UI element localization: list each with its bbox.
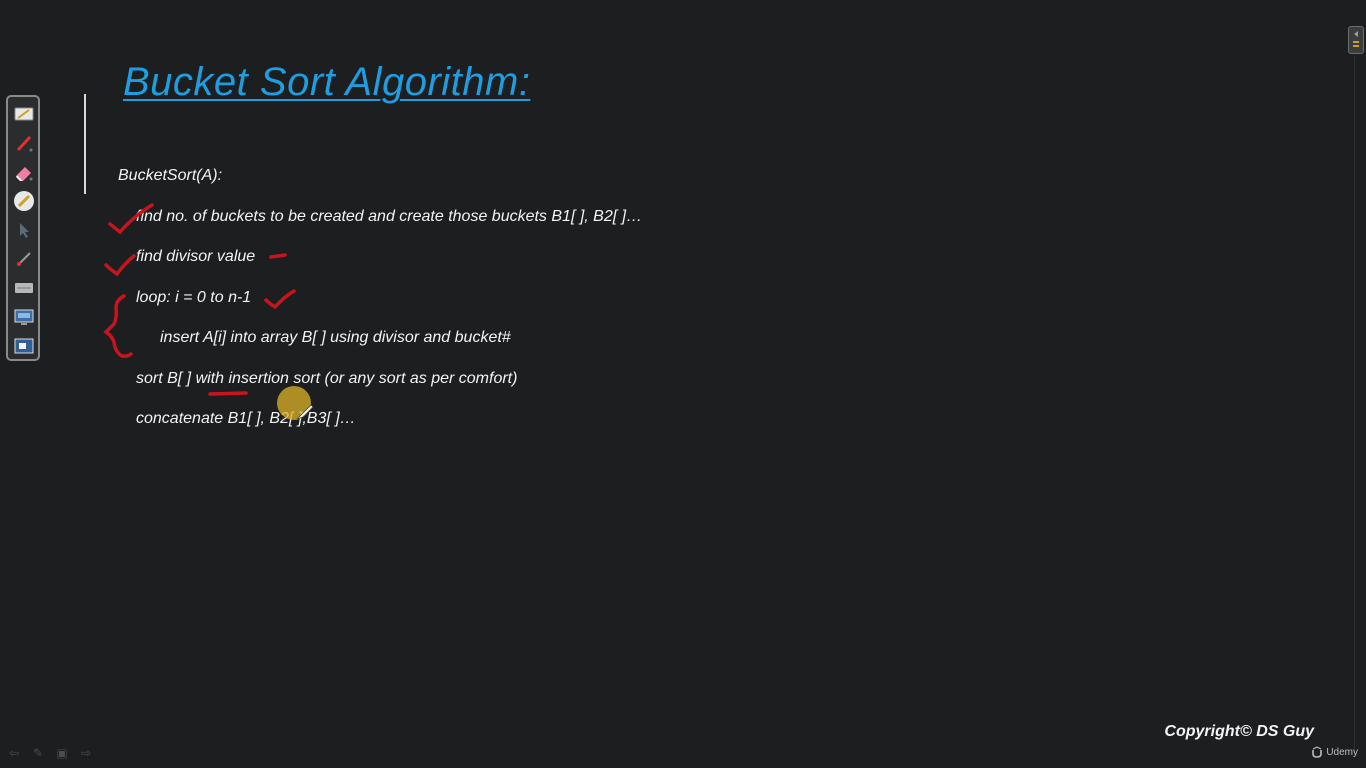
right-rail bbox=[1354, 56, 1355, 756]
slide-title: Bucket Sort Algorithm: bbox=[123, 60, 531, 104]
code-line-insert: insert A[i] into array B[ ] using diviso… bbox=[160, 329, 511, 346]
highlighter-icon[interactable] bbox=[13, 190, 35, 212]
udemy-brand-label: Udemy bbox=[1326, 746, 1358, 758]
annotation-toolbar bbox=[6, 95, 40, 361]
panel-toggle-handle[interactable] bbox=[1348, 26, 1364, 54]
code-line-find-buckets: find no. of buckets to be created and cr… bbox=[136, 208, 643, 225]
pen-tray-icon[interactable] bbox=[13, 103, 35, 125]
underline-annotation bbox=[208, 391, 248, 396]
next-slide-icon[interactable]: ⇨ bbox=[78, 746, 94, 760]
presentation-icon[interactable] bbox=[13, 335, 35, 357]
code-line-find-divisor: find divisor value bbox=[136, 248, 256, 265]
red-pen-icon[interactable] bbox=[13, 132, 35, 154]
slide-menu-icon[interactable]: ▣ bbox=[54, 746, 70, 760]
udemy-logo-icon bbox=[1312, 746, 1323, 758]
brush-icon[interactable] bbox=[13, 248, 35, 270]
slide-nav-controls: ⇦ ✎ ▣ ⇨ bbox=[6, 746, 94, 760]
slide-margin-rule bbox=[84, 94, 86, 194]
copyright-text: Copyright© DS Guy bbox=[1164, 723, 1314, 740]
code-line-loop: loop: i = 0 to n-1 bbox=[136, 289, 252, 306]
pen-cursor-icon bbox=[296, 404, 314, 420]
previous-slide-icon[interactable]: ⇦ bbox=[6, 746, 22, 760]
pen-tool-icon[interactable]: ✎ bbox=[30, 746, 46, 760]
code-line-header: BucketSort(A): bbox=[118, 167, 223, 184]
slide-canvas: Bucket Sort Algorithm: BucketSort(A): fi… bbox=[0, 0, 1366, 768]
code-line-concatenate: concatenate B1[ ], B2[ ],B3[ ]… bbox=[136, 410, 356, 427]
code-line-sort: sort B[ ] with insertion sort (or any so… bbox=[136, 370, 518, 387]
dash-annotation bbox=[269, 253, 287, 259]
checkmark-annotation bbox=[264, 289, 296, 310]
panel-toggle-icon bbox=[1353, 31, 1359, 47]
brace-annotation bbox=[103, 294, 133, 358]
keyboard-icon[interactable] bbox=[13, 277, 35, 299]
screen-icon[interactable] bbox=[13, 306, 35, 328]
udemy-watermark: Udemy bbox=[1311, 746, 1358, 758]
checkmark-annotation bbox=[104, 254, 136, 277]
eraser-icon[interactable] bbox=[13, 161, 35, 183]
pointer-arrow-icon[interactable] bbox=[13, 219, 35, 241]
